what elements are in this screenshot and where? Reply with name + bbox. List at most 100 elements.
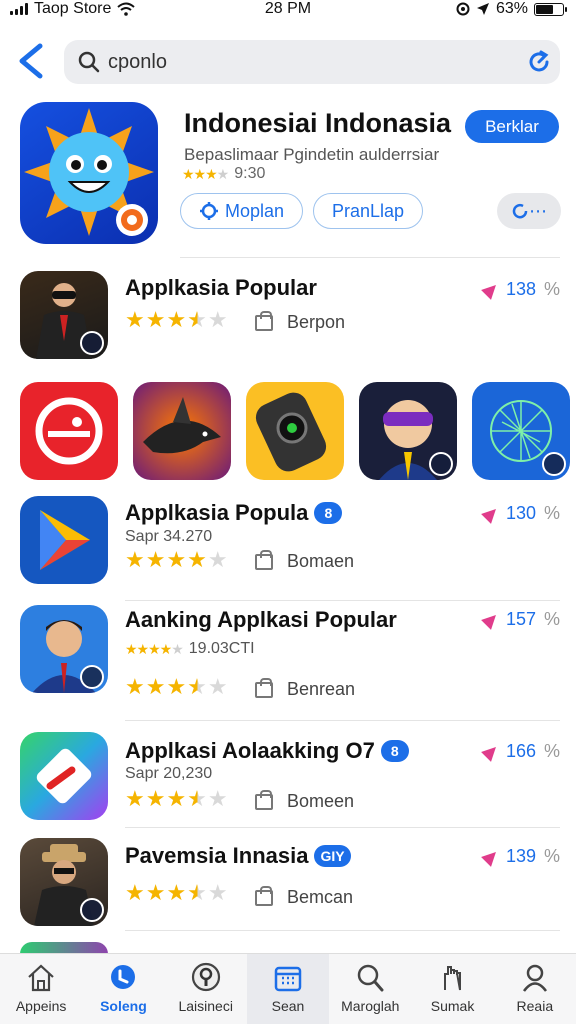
featured-stars: ★★★★ bbox=[182, 165, 229, 182]
tab-label: Sumak bbox=[430, 998, 475, 1014]
share-glyph-icon bbox=[80, 898, 104, 922]
tab-appeins[interactable]: Appeins bbox=[0, 954, 82, 1024]
moplan-label: Moplan bbox=[224, 200, 285, 221]
moplan-button[interactable]: Moplan bbox=[180, 193, 303, 229]
play-triangle-icon bbox=[481, 846, 501, 867]
app-name-3[interactable]: Aanking Applkasi Popular bbox=[125, 607, 397, 633]
app-name-2[interactable]: Applkasia Popula 8 bbox=[125, 500, 343, 526]
app-icon-1[interactable] bbox=[20, 271, 108, 359]
search-icon bbox=[78, 51, 100, 73]
app-icon-3[interactable] bbox=[20, 605, 108, 693]
divider bbox=[125, 827, 560, 828]
refresh-icon[interactable] bbox=[526, 49, 552, 75]
app-stars-1: ★★★★★ bbox=[125, 307, 229, 332]
play-triangle-icon bbox=[481, 279, 501, 300]
app-icon-2[interactable] bbox=[20, 496, 108, 584]
share-glyph-icon bbox=[429, 452, 453, 476]
carousel-item-1[interactable] bbox=[20, 382, 118, 480]
app-stars-2: ★★★★★ bbox=[125, 547, 229, 572]
app-category-2: Bomaen bbox=[255, 549, 355, 572]
share-glyph-icon bbox=[80, 665, 104, 689]
play-triangle-icon bbox=[481, 609, 501, 630]
divider bbox=[125, 720, 560, 721]
tab-label: Reaia bbox=[516, 998, 554, 1014]
carousel-item-5[interactable] bbox=[472, 382, 570, 480]
app-stars-4: ★★★★★ bbox=[125, 786, 229, 811]
app-category-1: Berpon bbox=[255, 310, 346, 333]
shark-icon bbox=[143, 397, 221, 454]
get-button[interactable]: Berklar bbox=[465, 110, 559, 143]
percent-symbol: % bbox=[543, 503, 560, 523]
tab-label: Soleng bbox=[100, 998, 147, 1014]
tab-soleng[interactable]: Soleng bbox=[82, 954, 164, 1024]
play-store-icon bbox=[40, 510, 90, 570]
tab-label: Laisineci bbox=[178, 998, 233, 1014]
refresh-small-icon bbox=[512, 204, 528, 219]
featured-app-icon[interactable] bbox=[20, 102, 158, 244]
percent-symbol: % bbox=[543, 279, 560, 299]
coin-icon bbox=[191, 962, 220, 992]
calendar-icon bbox=[274, 966, 302, 992]
carousel-item-3[interactable] bbox=[246, 382, 344, 480]
play-triangle-icon bbox=[481, 741, 501, 762]
app-category-label-5: Bemcan bbox=[287, 887, 354, 907]
app-title-3: Aanking Applkasi Popular bbox=[125, 607, 397, 632]
bag-icon bbox=[255, 310, 273, 331]
carousel-item-2[interactable] bbox=[133, 382, 231, 480]
app-name-1[interactable]: Applkasia Popular bbox=[125, 275, 317, 301]
app-name-5[interactable]: Pavemsia Innasia GIY bbox=[125, 843, 351, 869]
back-chevron-icon[interactable] bbox=[14, 42, 50, 80]
app-badge-4: 8 bbox=[380, 740, 409, 762]
tab-reaia[interactable]: Reaia bbox=[494, 954, 576, 1024]
carousel-item-4[interactable] bbox=[359, 382, 457, 480]
app-category-5: Bemcan bbox=[255, 885, 354, 908]
featured-app-subtitle: Bepaslimaar Pgindetin aulderrsiar bbox=[184, 145, 440, 164]
bag-icon bbox=[255, 885, 273, 906]
tab-maroglah[interactable]: Maroglah bbox=[329, 954, 411, 1024]
app-icon-5[interactable] bbox=[20, 838, 108, 926]
app-meta-4: Sapr 20,230 bbox=[125, 765, 213, 782]
featured-rating: ★★★★ 9:30 bbox=[182, 165, 265, 183]
tab-label: Maroglah bbox=[341, 998, 400, 1014]
app-stars-3: ★★★★★ bbox=[125, 674, 229, 699]
play-triangle-icon bbox=[481, 503, 501, 524]
more-button[interactable]: ⋯ bbox=[497, 193, 561, 229]
icon-carousel[interactable] bbox=[20, 382, 576, 482]
app-meta-2: Sapr 34.270 bbox=[125, 528, 213, 545]
divider bbox=[180, 257, 560, 258]
gear-icon bbox=[199, 202, 218, 220]
pranllap-button[interactable]: PranLlap bbox=[313, 193, 423, 229]
bag-icon bbox=[255, 549, 273, 570]
lock-rotation-icon bbox=[456, 2, 470, 16]
tab-label: Sean bbox=[271, 998, 305, 1014]
home-icon bbox=[28, 964, 54, 992]
camera-icon bbox=[255, 392, 327, 472]
app-category-label-2: Bomaen bbox=[287, 551, 355, 571]
tab-laisineci[interactable]: Laisineci bbox=[165, 954, 247, 1024]
app-title-5: Pavemsia Innasia bbox=[125, 843, 309, 868]
status-bar: Taop Store 28 PM 63% bbox=[0, 0, 576, 22]
pranllap-label: PranLlap bbox=[331, 200, 405, 221]
magnifier-icon bbox=[358, 964, 384, 992]
app-title-2: Applkasia Popula bbox=[125, 500, 309, 525]
tab-sean[interactable]: Sean bbox=[246, 954, 330, 1024]
app-title-4: Applkasi Aolaakking O7 bbox=[125, 738, 375, 763]
app-name-4[interactable]: Applkasi Aolaakking O7 8 bbox=[125, 738, 409, 764]
app-category-label-1: Berpon bbox=[287, 312, 346, 332]
featured-rating-text: 9:30 bbox=[234, 165, 266, 182]
small-stars: ★★★★★ bbox=[125, 640, 184, 657]
hand-icon bbox=[443, 966, 461, 991]
app-percent-value-1: 138 bbox=[505, 279, 536, 299]
featured-app-title[interactable]: Indonesiai Indonasia bbox=[184, 108, 451, 139]
app-icon-4[interactable] bbox=[20, 732, 108, 820]
app-badge-2: 8 bbox=[314, 502, 343, 524]
app-meta-text-3: 19.03CTI bbox=[188, 640, 255, 657]
percent-symbol: % bbox=[543, 609, 560, 629]
search-input[interactable]: cponlo bbox=[64, 40, 560, 84]
app-stars-5: ★★★★★ bbox=[125, 880, 229, 905]
sun-mascot-icon bbox=[24, 108, 154, 236]
search-circle-icon bbox=[111, 965, 136, 989]
tab-bar: Appeins Soleng Laisineci Sean Maroglah S… bbox=[0, 953, 576, 1024]
app-category-3: Benrean bbox=[255, 677, 355, 700]
tab-sumak[interactable]: Sumak bbox=[411, 954, 493, 1024]
